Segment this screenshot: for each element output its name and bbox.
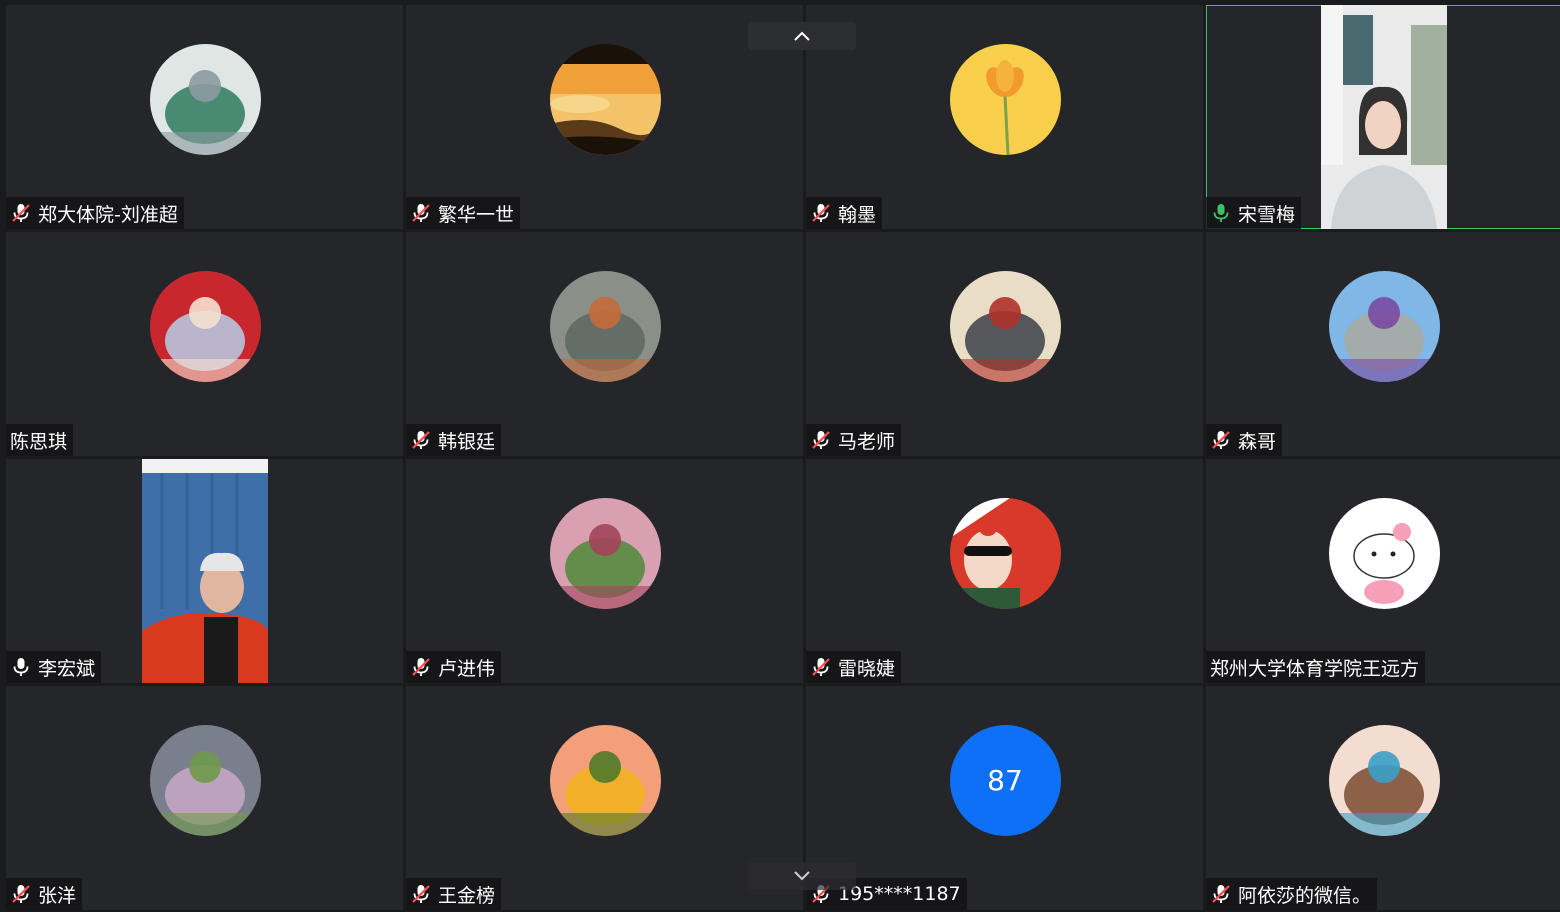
page-down-button[interactable] — [748, 862, 856, 890]
sunflower-sunset-photo — [549, 725, 661, 836]
participant-tile[interactable]: 卢进伟 — [406, 459, 803, 683]
mic-muted-icon — [12, 885, 30, 903]
participant-name: 马老师 — [838, 430, 896, 453]
girl-red-wall-photo — [149, 271, 261, 382]
mic-icon — [13, 658, 29, 676]
participant-name-tag: 森哥 — [1206, 424, 1283, 456]
participant-name: 李宏斌 — [38, 657, 96, 680]
participant-name-tag: 雷晓婕 — [806, 651, 902, 683]
participant-tile[interactable]: 张洋 — [6, 686, 403, 910]
page-up-button[interactable] — [748, 22, 856, 50]
participant-name-tag: 李宏斌 — [6, 651, 102, 683]
participant-name-tag: 繁华一世 — [406, 197, 521, 229]
participant-name: 森哥 — [1238, 430, 1277, 453]
participant-grid: 郑大体院-刘准超 繁华一世 翰墨 宋雪梅陈思琪 韩银廷 马老师 森哥李宏斌 卢进伟 雷晓婕 郑州大… — [0, 0, 1560, 912]
mic-icon — [1213, 204, 1229, 222]
mic-muted-icon — [1212, 885, 1230, 903]
participant-tile[interactable]: 森哥 — [1206, 232, 1560, 456]
mic-muted-icon — [412, 658, 430, 676]
participant-name-tag: 宋雪梅 — [1206, 197, 1302, 229]
participant-name-tag: 卢进伟 — [406, 651, 502, 683]
mic-muted-icon — [812, 658, 830, 676]
participant-tile[interactable]: 王金榜 — [406, 686, 803, 910]
participant-name: 阿依莎的微信。 — [1238, 884, 1372, 907]
man-speaking-photo — [949, 271, 1061, 382]
participant-name: 王金榜 — [438, 884, 496, 907]
participant-name: 韩银廷 — [438, 430, 496, 453]
participant-name-tag: 阿依莎的微信。 — [1206, 878, 1378, 910]
flower-field-landscape-photo — [149, 725, 261, 836]
mic-muted-icon — [1212, 431, 1230, 449]
participant-tile[interactable]: 韩银廷 — [406, 232, 803, 456]
mic-muted-icon — [412, 204, 430, 222]
participant-name-tag: 陈思琪 — [6, 424, 74, 456]
participant-name: 雷晓婕 — [838, 657, 896, 680]
participant-tile[interactable]: 雷晓婕 — [806, 459, 1203, 683]
participant-tile[interactable]: 翰墨 — [806, 5, 1203, 229]
participant-name: 陈思琪 — [10, 430, 68, 453]
man-video-feed — [141, 459, 268, 683]
participant-name: 195****1187 — [838, 883, 961, 905]
participant-tile[interactable]: 繁华一世 — [406, 5, 803, 229]
participant-tile[interactable]: 郑州大学体育学院王远方 — [1206, 459, 1560, 683]
mic-muted-icon — [12, 204, 30, 222]
person-in-snow-photo — [149, 44, 261, 155]
participant-name: 宋雪梅 — [1238, 203, 1296, 226]
participant-tile[interactable]: 宋雪梅 — [1206, 5, 1560, 229]
participant-name: 郑州大学体育学院王远方 — [1210, 657, 1420, 680]
participant-name-tag: 郑大体院-刘准超 — [6, 197, 184, 229]
participant-name: 繁华一世 — [438, 203, 515, 226]
participant-name-tag: 马老师 — [806, 424, 902, 456]
participant-tile[interactable]: 87 195****1187 — [806, 686, 1203, 910]
anime-girl-avatar — [1328, 725, 1440, 836]
man-mountain-photo — [1328, 271, 1440, 382]
participant-name: 翰墨 — [838, 203, 877, 226]
participant-tile[interactable]: 阿依莎的微信。 — [1206, 686, 1560, 910]
participant-tile[interactable]: 马老师 — [806, 232, 1203, 456]
mic-muted-icon — [812, 431, 830, 449]
pond-fish-photo — [549, 271, 661, 382]
participant-tile[interactable]: 陈思琪 — [6, 232, 403, 456]
chevron-up-icon — [794, 31, 810, 41]
participant-name: 卢进伟 — [438, 657, 496, 680]
participant-tile[interactable]: 郑大体院-刘准超 — [6, 5, 403, 229]
avatar: 87 — [949, 725, 1061, 836]
participant-name-tag: 王金榜 — [406, 878, 502, 910]
woman-video-feed — [1320, 5, 1447, 229]
participant-tile[interactable]: 李宏斌 — [6, 459, 403, 683]
cartoon-girl-sunglasses — [949, 498, 1061, 609]
mic-muted-icon — [412, 885, 430, 903]
participant-name-tag: 翰墨 — [806, 197, 883, 229]
chevron-down-icon — [794, 871, 810, 881]
mic-muted-icon — [812, 204, 830, 222]
participant-name-tag: 韩银廷 — [406, 424, 502, 456]
participant-name: 郑大体院-刘准超 — [38, 203, 178, 226]
participant-name-tag: 郑州大学体育学院王远方 — [1206, 651, 1426, 683]
yellow-flower-photo — [949, 44, 1061, 155]
participant-name-tag: 张洋 — [6, 878, 83, 910]
sunset-cloud-sea-photo — [549, 44, 661, 155]
participant-name: 张洋 — [38, 884, 77, 907]
hello-kitty-avatar — [1328, 498, 1440, 609]
mic-muted-icon — [412, 431, 430, 449]
blossom-trees-photo — [549, 498, 661, 609]
